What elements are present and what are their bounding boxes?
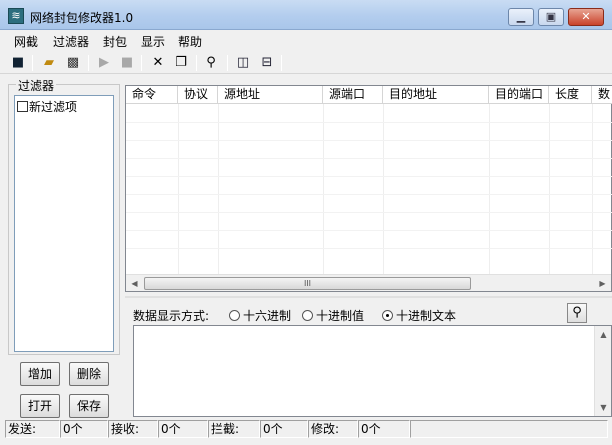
toolbar-separator bbox=[196, 55, 197, 71]
filter-item[interactable]: 新过滤项 bbox=[17, 98, 77, 115]
search-data-button[interactable]: ⚲ bbox=[567, 303, 587, 323]
delete-filter-button[interactable]: 删除 bbox=[69, 362, 109, 386]
radio-decimal-text[interactable]: 十进制文本 bbox=[382, 307, 456, 324]
title-bar[interactable]: ≋ 网络封包修改器1.0 ▁ ▣ ✕ bbox=[0, 0, 612, 30]
radio-decimal-text-icon bbox=[382, 310, 393, 321]
radio-hex-label: 十六进制 bbox=[243, 309, 292, 323]
toolbar: ■ ▰ ▩ ▶ ■ ✕ ❐ ⚲ ◫ ⊟ bbox=[0, 52, 612, 74]
column-header-command[interactable]: 命令 bbox=[126, 86, 178, 103]
grid-line bbox=[126, 194, 612, 195]
delete-icon[interactable]: ✕ bbox=[149, 54, 167, 72]
filter-group-legend: 过滤器 bbox=[16, 77, 57, 94]
status-modified-label: 修改: bbox=[308, 420, 358, 438]
status-sent-label: 发送: bbox=[5, 420, 60, 438]
toolbar-separator bbox=[227, 55, 228, 71]
status-spare bbox=[410, 420, 608, 438]
menu-packet[interactable]: 封包 bbox=[103, 33, 127, 50]
panel-splitter[interactable] bbox=[125, 296, 612, 298]
menu-bar: 网截 过滤器 封包 显示 帮助 bbox=[0, 31, 612, 51]
grid-line bbox=[126, 122, 612, 123]
packet-data-view[interactable]: ▲ ▼ bbox=[133, 325, 612, 417]
menu-filter[interactable]: 过滤器 bbox=[53, 33, 89, 50]
packet-grid[interactable]: 命令 协议 源地址 源端口 目的地址 目的端口 长度 数 ◀ III ▶ bbox=[125, 85, 612, 292]
search-icon[interactable]: ⚲ bbox=[202, 54, 220, 72]
toolbar-separator bbox=[88, 55, 89, 71]
radio-hex[interactable]: 十六进制 bbox=[229, 307, 291, 324]
radio-hex-icon bbox=[229, 310, 240, 321]
vertical-scrollbar[interactable]: ▲ ▼ bbox=[594, 326, 611, 416]
status-received-count: 0个 bbox=[158, 420, 208, 438]
minimize-icon: ▁ bbox=[516, 10, 526, 23]
display-mode-label: 数据显示方式: bbox=[133, 309, 210, 323]
scroll-left-icon[interactable]: ◀ bbox=[126, 275, 143, 292]
toolbar-separator bbox=[281, 55, 282, 71]
horizontal-scroll-thumb[interactable]: III bbox=[144, 277, 471, 290]
grid-line bbox=[126, 230, 612, 231]
column-header-destination-port[interactable]: 目的端口 bbox=[489, 86, 549, 103]
display-mode-bar: 数据显示方式: 十六进制 十进制值 十进制文本 ⚲ bbox=[125, 301, 612, 325]
capture-icon[interactable]: ▩ bbox=[64, 54, 82, 72]
scroll-down-icon[interactable]: ▼ bbox=[595, 399, 612, 416]
menu-view[interactable]: 显示 bbox=[141, 33, 165, 50]
magnifier-icon: ⚲ bbox=[572, 305, 582, 320]
scroll-up-icon[interactable]: ▲ bbox=[595, 326, 612, 343]
close-button[interactable]: ✕ bbox=[568, 8, 604, 26]
close-icon: ✕ bbox=[581, 10, 591, 23]
column-header-destination-address[interactable]: 目的地址 bbox=[383, 86, 489, 103]
maximize-button[interactable]: ▣ bbox=[538, 8, 564, 26]
status-blocked-count: 0个 bbox=[260, 420, 308, 438]
column-header-data[interactable]: 数 bbox=[592, 86, 612, 103]
filter-item-label: 新过滤项 bbox=[29, 100, 78, 114]
grid-line bbox=[126, 212, 612, 213]
column-header-protocol[interactable]: 协议 bbox=[178, 86, 218, 103]
copy-icon[interactable]: ❐ bbox=[172, 54, 190, 72]
radio-decimal-text-label: 十进制文本 bbox=[396, 309, 457, 323]
toolbar-separator bbox=[141, 55, 142, 71]
grid-header: 命令 协议 源地址 源端口 目的地址 目的端口 长度 数 bbox=[126, 86, 612, 104]
layout-horizontal-icon[interactable]: ⊟ bbox=[258, 54, 276, 72]
grid-line bbox=[126, 140, 612, 141]
maximize-icon: ▣ bbox=[545, 10, 557, 23]
status-bar: 发送: 0个 接收: 0个 拦截: 0个 修改: 0个 bbox=[0, 419, 612, 445]
grid-line bbox=[126, 158, 612, 159]
status-blocked-label: 拦截: bbox=[208, 420, 260, 438]
menu-help[interactable]: 帮助 bbox=[178, 33, 202, 50]
open-filter-button[interactable]: 打开 bbox=[20, 394, 60, 418]
toolbar-separator bbox=[32, 55, 33, 71]
column-header-length[interactable]: 长度 bbox=[549, 86, 592, 103]
status-sent-count: 0个 bbox=[60, 420, 108, 438]
scroll-right-icon[interactable]: ▶ bbox=[594, 275, 611, 292]
status-received-label: 接收: bbox=[108, 420, 158, 438]
filter-checkbox[interactable] bbox=[17, 101, 28, 112]
open-folder-icon[interactable]: ▰ bbox=[40, 54, 58, 72]
horizontal-scrollbar[interactable]: ◀ III ▶ bbox=[126, 274, 611, 291]
column-header-source-address[interactable]: 源地址 bbox=[218, 86, 323, 103]
menu-capture[interactable]: 网截 bbox=[14, 33, 38, 50]
app-logo-icon: ≋ bbox=[8, 8, 24, 24]
stop-icon[interactable]: ■ bbox=[118, 54, 136, 72]
radio-decimal-value-icon bbox=[302, 310, 313, 321]
radio-decimal-value[interactable]: 十进制值 bbox=[302, 307, 364, 324]
radio-decimal-value-label: 十进制值 bbox=[316, 309, 365, 323]
layout-vertical-icon[interactable]: ◫ bbox=[234, 54, 252, 72]
grid-line bbox=[126, 248, 612, 249]
save-filter-button[interactable]: 保存 bbox=[69, 394, 109, 418]
add-filter-button[interactable]: 增加 bbox=[20, 362, 60, 386]
minimize-button[interactable]: ▁ bbox=[508, 8, 534, 26]
column-header-source-port[interactable]: 源端口 bbox=[323, 86, 383, 103]
play-icon[interactable]: ▶ bbox=[95, 54, 113, 72]
filter-list[interactable]: 新过滤项 bbox=[14, 95, 114, 352]
window-title: 网络封包修改器1.0 bbox=[30, 11, 134, 25]
grid-line bbox=[126, 176, 612, 177]
status-modified-count: 0个 bbox=[358, 420, 410, 438]
save-icon[interactable]: ■ bbox=[9, 54, 27, 72]
